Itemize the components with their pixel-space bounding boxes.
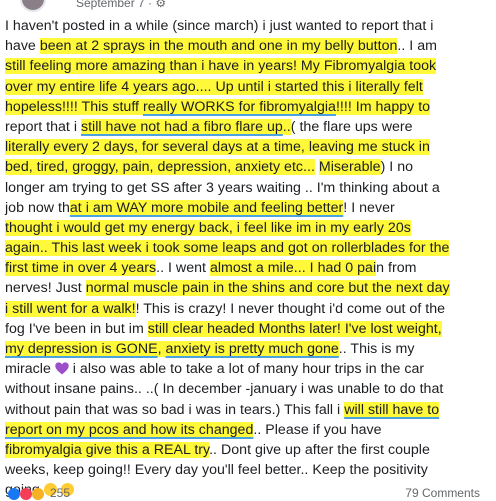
- comments-link[interactable]: 79 Comments: [405, 486, 480, 500]
- highlight-segment: !!!! Im happy to: [335, 98, 431, 115]
- post-line: i still went for a walk!! This is crazy!…: [5, 299, 493, 319]
- post-line: I haven't posted in a while (since march…: [5, 16, 493, 36]
- highlight-segment: literally every 2 days, for several days…: [5, 139, 430, 156]
- text-segment: miracle: [5, 361, 55, 378]
- highlight-segment: Miserable: [318, 159, 381, 176]
- post-line: report on my pcos and how its changed.. …: [5, 420, 493, 440]
- highlight-segment: hopeless!!!!: [5, 98, 82, 115]
- highlight-segment: fibromyalgia give this a REAL try: [5, 441, 210, 458]
- post-line: thought i would get my energy back, i fe…: [5, 218, 493, 238]
- text-segment: job now th: [5, 199, 70, 216]
- text-segment: fog I've been in but im: [5, 320, 148, 337]
- text-segment: I haven't posted in a while (since march…: [5, 18, 434, 34]
- post-line: literally every 2 days, for several days…: [5, 137, 493, 157]
- post-footer: 255 79 Comments: [0, 486, 496, 500]
- highlight-segment: over my entire life 4 years ago.... Up u…: [5, 78, 423, 95]
- highlight-segment: bed, tired, groggy, pain, depression, an…: [5, 159, 315, 176]
- post-line: job now that i am WAY more mobile and fe…: [5, 198, 493, 218]
- purple-heart-icon: [55, 362, 69, 375]
- text-segment: longer am trying to get SS after 3 years…: [5, 179, 440, 196]
- text-segment: .. This is my: [338, 341, 415, 357]
- post-date[interactable]: September 7 · ⚙: [76, 0, 166, 10]
- text-segment: .. Please if you have: [253, 421, 382, 438]
- post-line: over my entire life 4 years ago.... Up u…: [5, 77, 493, 97]
- highlight-segment: i still went for a walk!: [5, 300, 136, 317]
- post-line: report that i still have not had a fibro…: [5, 117, 493, 137]
- highlight-segment: ,: [157, 341, 166, 357]
- post-body: I haven't posted in a while (since march…: [5, 16, 493, 501]
- post-line: nerves! Just normal muscle pain in the s…: [5, 278, 493, 298]
- text-segment: ! I never: [343, 199, 395, 216]
- care-reaction-icon[interactable]: [32, 488, 44, 500]
- highlight-underline-segment: still have not had a fibro flare up: [80, 118, 283, 135]
- highlight-segment: ..: [282, 118, 291, 135]
- text-segment: i also was able to take a lot of many ho…: [68, 361, 425, 378]
- highlight-segment: still feeling more amazing than i have i…: [5, 58, 437, 75]
- post-line: bed, tired, groggy, pain, depression, an…: [5, 157, 493, 177]
- text-segment: .. I went: [156, 260, 210, 277]
- highlight-underline-segment: really WORKS for fibromyalgia: [142, 98, 336, 115]
- highlight-segment: almost a mile: [209, 260, 294, 277]
- text-segment: nerves! Just: [5, 280, 86, 297]
- text-segment: ( the flare ups were: [290, 118, 413, 135]
- text-segment: report that i: [5, 118, 81, 135]
- text-segment: n from: [376, 260, 417, 277]
- highlight-underline-segment: will still have to: [344, 401, 440, 418]
- highlight-segment: been at 2 sprays in the mouth and one in…: [39, 38, 398, 55]
- post-line: weeks, keep going!! Every day you'll fee…: [5, 460, 493, 480]
- post-line: first time in over 4 years.. I went almo…: [5, 258, 493, 278]
- highlight-underline-segment: at i am WAY more mobile and feeling bett…: [69, 199, 344, 216]
- highlight-underline-segment: my depression is GONE: [5, 341, 158, 357]
- post-line: without insane pains.. ..( In december -…: [5, 379, 493, 399]
- highlight-segment: still clear headed Months later! I've lo…: [147, 320, 442, 337]
- post-line: without pain that was so bad i was in te…: [5, 400, 493, 420]
- post-line: still feeling more amazing than i have i…: [5, 56, 493, 76]
- highlight-segment: again.. This last week i took some leaps…: [5, 240, 450, 257]
- post-line: fibromyalgia give this a REAL try.. Dont…: [5, 440, 493, 460]
- highlight-underline-segment: report on my pcos and how its changed: [5, 421, 254, 438]
- post-line: miracle i also was able to take a lot of…: [5, 359, 493, 379]
- text-segment: ) I no: [380, 159, 414, 176]
- text-segment: .. I am: [397, 38, 437, 55]
- highlight-segment: thought i would get my energy back, i fe…: [5, 219, 411, 236]
- love-reaction-icon[interactable]: [20, 488, 32, 500]
- highlight-segment: normal muscle pain in the shins and core…: [85, 280, 450, 297]
- post-line: again.. This last week i took some leaps…: [5, 238, 493, 258]
- post-line: hopeless!!!! This stuff really WORKS for…: [5, 97, 493, 117]
- post-line: my depression is GONE, anxiety is pretty…: [5, 339, 493, 359]
- text-segment: ! This is crazy! I never thought i'd com…: [135, 300, 446, 317]
- avatar[interactable]: [20, 0, 46, 12]
- text-segment: .. Dont give up after the first couple: [209, 441, 430, 458]
- post-line: have been at 2 sprays in the mouth and o…: [5, 36, 493, 56]
- reaction-count[interactable]: 255: [50, 486, 70, 500]
- post-header: September 7 · ⚙: [0, 0, 496, 14]
- text-segment: have: [5, 38, 40, 55]
- text-segment: without insane pains.. ..( In december -…: [5, 381, 444, 398]
- post-line: longer am trying to get SS after 3 years…: [5, 178, 493, 198]
- like-reaction-icon[interactable]: [8, 488, 20, 500]
- highlight-underline-segment: anxiety is pretty much gone: [165, 341, 339, 357]
- post-line: fog I've been in but im still clear head…: [5, 319, 493, 339]
- text-segment: without pain that was so bad i was in te…: [5, 401, 345, 418]
- highlight-segment: This stuff: [81, 98, 143, 115]
- highlight-segment: ... I had 0 pai: [293, 260, 377, 277]
- highlight-segment: first time in over 4 years: [5, 260, 157, 277]
- text-segment: weeks, keep going!! Every day you'll fee…: [5, 462, 428, 479]
